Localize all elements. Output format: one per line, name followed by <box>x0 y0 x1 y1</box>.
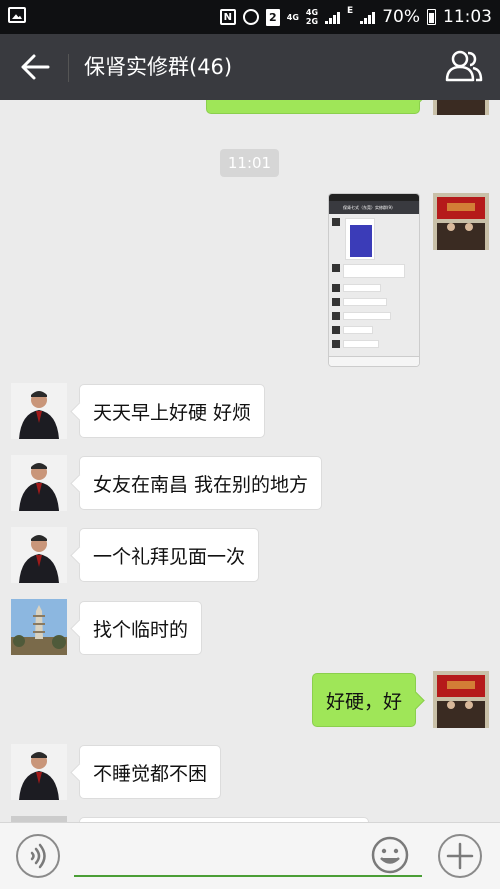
data-type-label: E <box>347 6 354 16</box>
nfc-icon: N <box>219 9 236 25</box>
gallery-notification-icon <box>8 7 26 23</box>
message-bubble-received[interactable]: 找个临时的 <box>79 601 203 655</box>
avatar-self[interactable] <box>433 671 489 728</box>
title-divider <box>68 54 69 82</box>
thumbnail-title: 保肾七式（东莞）实修群(9) <box>329 201 419 214</box>
sim-card-icon: 2 <box>265 8 280 26</box>
group-members-icon <box>445 50 483 82</box>
battery-percent: 70% <box>382 7 420 27</box>
network-type-1-label: 4G <box>286 12 299 22</box>
avatar-person-image <box>11 455 67 511</box>
voice-icon <box>30 843 46 869</box>
voice-button[interactable] <box>16 834 60 878</box>
avatar-pagoda-image <box>11 599 67 655</box>
status-icons: N 2 4G 4G 2G E 70% 11:03 <box>219 0 492 34</box>
network-type-2-top: 4G <box>305 8 319 17</box>
thumbnail-row <box>332 326 392 334</box>
thumbnail-status-bar <box>329 194 419 201</box>
thumbnail-row <box>332 284 392 292</box>
thumbnail-row <box>332 312 392 320</box>
avatar-self-image <box>433 193 489 250</box>
title-bar: 保肾实修群(46) <box>0 34 500 100</box>
message-list[interactable]: 11:01 保肾七式（东莞）实修群(9) 天天早上好硬 好烦 女友在南昌 我在别… <box>0 100 500 822</box>
thumbnail-input-bar <box>329 356 419 366</box>
group-members-button[interactable] <box>444 48 484 84</box>
signal-bars-icon <box>325 10 341 24</box>
more-options-button[interactable] <box>438 834 482 878</box>
network-type-1: 4G <box>287 13 299 22</box>
thumbnail-row <box>332 340 392 348</box>
avatar-self-image <box>433 671 489 728</box>
avatar-person-image <box>11 383 67 439</box>
message-bubble-received[interactable]: 一个礼拜见面一次 <box>79 528 260 582</box>
avatar-person-image <box>11 527 67 583</box>
message-input[interactable] <box>74 875 422 877</box>
battery-icon <box>427 9 436 25</box>
avatar-sender-2[interactable] <box>11 599 67 655</box>
signal-bars-2-icon <box>360 10 376 24</box>
avatar-person-image <box>11 744 67 800</box>
message-bubble-received[interactable]: 不睡觉都不困 <box>79 745 222 799</box>
avatar-self-image <box>433 100 489 115</box>
avatar-sender-1[interactable] <box>11 455 67 511</box>
chat-title: 保肾实修群(46) <box>84 55 233 79</box>
thumbnail-row <box>332 218 392 260</box>
network-type-2-bottom: 2G <box>305 17 319 26</box>
avatar-sender-1[interactable] <box>11 383 67 439</box>
thumbnail-row <box>332 264 412 278</box>
avatar-sender-1[interactable] <box>11 527 67 583</box>
alarm-icon <box>242 9 259 25</box>
avatar-self[interactable] <box>433 193 489 250</box>
clock: 11:03 <box>443 7 492 27</box>
message-bubble-sent[interactable]: 好硬，好 <box>312 673 417 727</box>
emoji-smile-icon <box>371 836 409 874</box>
timestamp: 11:01 <box>220 149 279 177</box>
emoji-button[interactable] <box>370 835 410 875</box>
thumbnail-row <box>332 298 392 306</box>
message-bubble-received[interactable]: 女友在南昌 我在别的地方 <box>79 456 323 510</box>
message-bubble-received[interactable]: 天天早上好硬 好烦 <box>79 384 266 438</box>
image-message[interactable]: 保肾七式（东莞）实修群(9) <box>328 193 420 367</box>
thumbnail-chat-body <box>329 214 419 356</box>
avatar-sender-1[interactable] <box>11 744 67 800</box>
plus-icon <box>446 842 474 870</box>
status-bar: N 2 4G 4G 2G E 70% 11:03 <box>0 0 500 34</box>
network-type-2: 4G 2G <box>306 8 318 26</box>
back-button[interactable] <box>18 49 54 85</box>
arrow-left-icon <box>21 54 50 80</box>
input-bar <box>0 822 500 889</box>
avatar-self[interactable] <box>433 100 489 115</box>
message-bubble-sent-partial[interactable] <box>206 100 420 114</box>
